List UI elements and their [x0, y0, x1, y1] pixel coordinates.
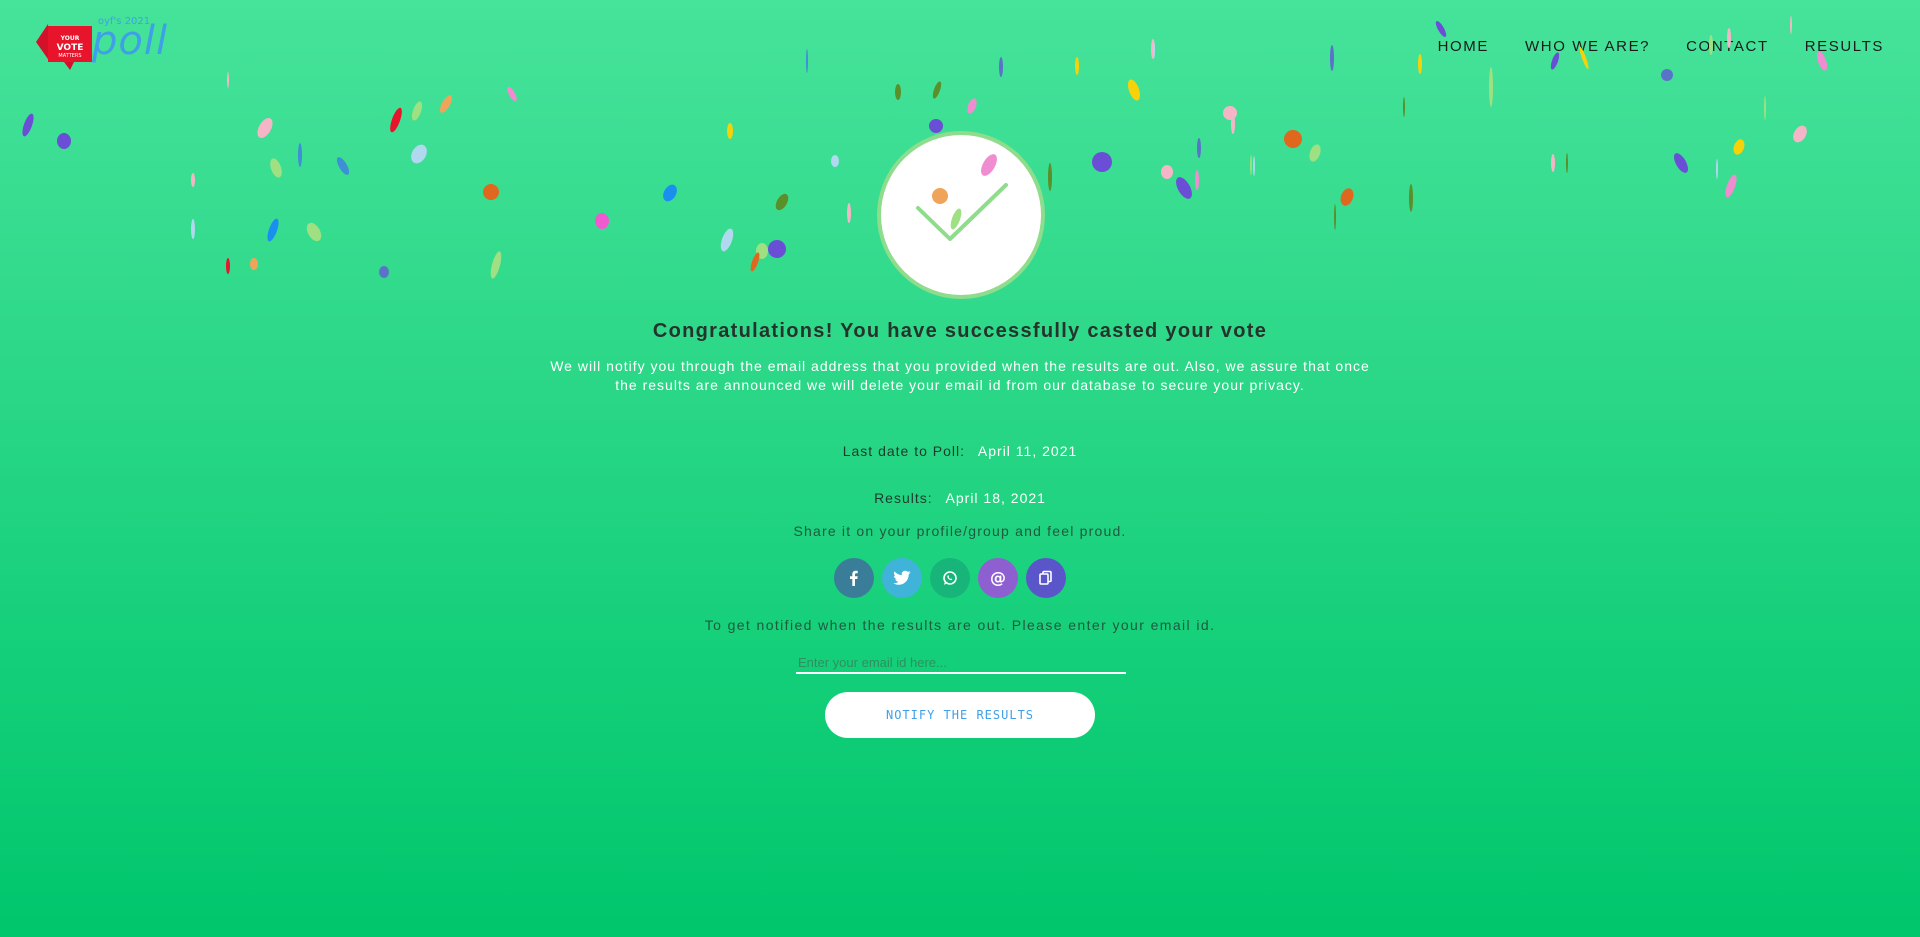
notify-prompt: To get notified when the results are out…	[704, 617, 1216, 633]
email-input[interactable]	[796, 652, 1126, 674]
last-date-value: April 11, 2021	[977, 443, 1078, 459]
logo-word: poll	[92, 18, 169, 64]
logo-badge-line3: MATTERS	[58, 53, 81, 59]
share-facebook-button[interactable]	[834, 558, 874, 598]
share-buttons: @	[834, 558, 1066, 598]
success-title: Congratulations! You have successfully c…	[652, 320, 1268, 342]
nav-who-we-are[interactable]: WHO WE ARE?	[1525, 38, 1650, 55]
share-twitter-button[interactable]	[882, 558, 922, 598]
results-date-value: April 18, 2021	[945, 490, 1046, 506]
top-nav: HOME WHO WE ARE? CONTACT RESULTS	[1438, 38, 1884, 55]
last-date-label: Last date to Poll:	[842, 443, 966, 459]
facebook-icon	[850, 570, 858, 586]
last-date-row: Last date to Poll: April 11, 2021	[0, 443, 1920, 459]
nav-home[interactable]: HOME	[1438, 38, 1489, 55]
results-date-row: Results: April 18, 2021	[0, 490, 1920, 506]
nav-contact[interactable]: CONTACT	[1686, 38, 1769, 55]
copy-link-icon	[1039, 570, 1052, 585]
notify-results-button[interactable]: NOTIFY THE RESULTS	[825, 692, 1095, 738]
share-prompt: Share it on your profile/group and feel …	[793, 523, 1127, 539]
share-whatsapp-button[interactable]	[930, 558, 970, 598]
nav-results[interactable]: RESULTS	[1805, 38, 1884, 55]
success-check-badge	[877, 131, 1045, 299]
share-email-button[interactable]: @	[978, 558, 1018, 598]
logo-badge-line2: VOTE	[57, 43, 84, 53]
twitter-icon	[893, 570, 911, 585]
svg-text:@: @	[990, 569, 1006, 587]
megaphone-logo-icon: YOUR VOTE MATTERS	[36, 24, 92, 70]
whatsapp-icon	[943, 571, 957, 585]
checkmark-icon	[916, 154, 1008, 241]
email-at-icon: @	[990, 569, 1006, 587]
success-description: We will notify you through the email add…	[550, 358, 1370, 393]
copy-link-button[interactable]	[1026, 558, 1066, 598]
logo-badge-line1: YOUR	[60, 35, 80, 42]
logo[interactable]: YOUR VOTE MATTERS oyf's 2021 poll	[34, 14, 174, 74]
results-date-label: Results:	[874, 490, 933, 506]
